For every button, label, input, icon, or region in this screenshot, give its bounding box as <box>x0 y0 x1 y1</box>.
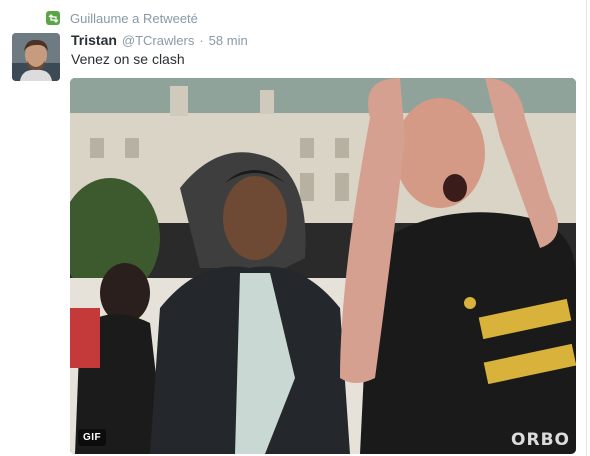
retweet-context[interactable]: Guillaume a Retweeté <box>46 9 198 27</box>
tweet[interactable]: Guillaume a Retweeté Tristan @TCrawlers … <box>0 0 590 456</box>
divider <box>586 0 587 456</box>
watermark-orbo: ORBO <box>511 430 570 450</box>
tweet-header: Tristan @TCrawlers · 58 min <box>71 32 248 50</box>
retweet-label[interactable]: Guillaume a Retweeté <box>70 11 198 26</box>
retweet-icon <box>46 11 60 25</box>
user-handle[interactable]: @TCrawlers <box>122 33 194 48</box>
separator: · <box>199 33 204 48</box>
tweet-media-gif[interactable]: GIF ORBO <box>70 78 576 454</box>
tweet-time[interactable]: 58 min <box>209 33 248 48</box>
tweet-text: Venez on se clash <box>71 51 185 67</box>
avatar[interactable] <box>12 33 60 81</box>
gif-badge: GIF <box>78 429 107 446</box>
gif-frame <box>70 78 576 454</box>
user-name[interactable]: Tristan <box>71 32 117 48</box>
